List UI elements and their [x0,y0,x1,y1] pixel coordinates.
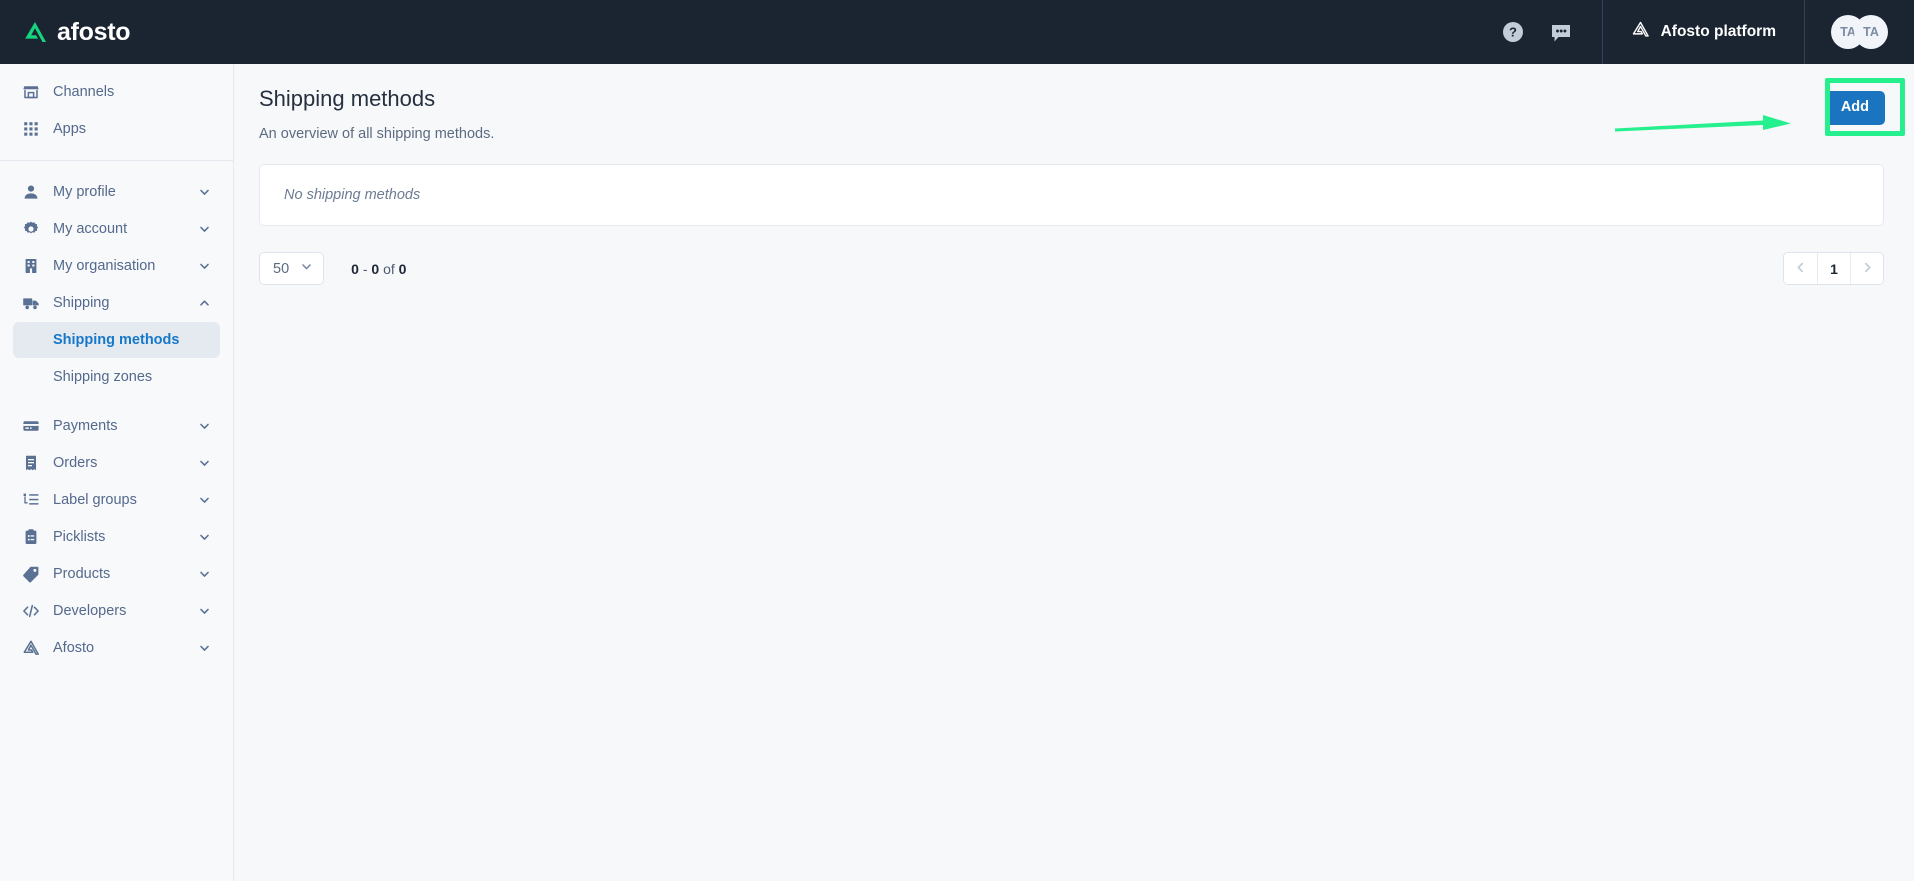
range-to: 0 [371,260,380,277]
gear-icon [22,220,40,238]
total-count: 0 [398,260,407,277]
sidebar-divider [0,160,233,161]
store-icon [22,83,40,101]
sidebar-item-label: Channels [53,84,115,100]
chevron-right-icon [1861,261,1874,277]
platform-switcher[interactable]: Afosto platform [1603,0,1804,64]
chevron-down-icon[interactable] [198,494,211,507]
range-separator: - [362,260,368,277]
sidebar: Channels Apps My profile My account My o… [0,64,234,881]
sidebar-item-label: Label groups [53,492,137,508]
brand-logo[interactable]: afosto [0,0,234,64]
add-button[interactable]: Add [1824,91,1885,125]
pagination-next-button[interactable] [1850,253,1883,284]
empty-state-message: No shipping methods [284,187,421,203]
sidebar-item-products[interactable]: Products [13,556,220,592]
sidebar-item-label: Products [53,566,111,582]
sidebar-item-shipping[interactable]: Shipping [13,285,220,321]
chat-bubble-icon[interactable] [1550,21,1572,43]
sidebar-item-label: Shipping zones [53,369,153,385]
sidebar-item-my-profile[interactable]: My profile [13,174,220,210]
label-list-icon [22,491,40,509]
sidebar-item-orders[interactable]: Orders [13,445,220,481]
chevron-down-icon[interactable] [198,420,211,433]
receipt-icon [22,454,40,472]
credit-card-icon [22,417,40,435]
per-page-select[interactable]: 50 [259,252,325,285]
sidebar-item-channels[interactable]: Channels [13,74,220,110]
chevron-down-icon[interactable] [198,531,211,544]
page-subtitle: An overview of all shipping methods. [259,126,495,143]
of-label: of [383,260,395,277]
pagination-prev-button[interactable] [1784,253,1817,284]
sidebar-item-developers[interactable]: Developers [13,593,220,629]
chevron-down-icon[interactable] [198,457,211,470]
sidebar-item-apps[interactable]: Apps [13,111,220,147]
sidebar-item-my-organisation[interactable]: My organisation [13,248,220,284]
chevron-up-icon[interactable] [198,297,211,310]
avatar-group[interactable]: TA TA [1805,0,1914,64]
afosto-triangle-icon [22,639,40,657]
sidebar-item-label: Orders [53,455,98,471]
chevron-down-icon [300,260,313,278]
chevron-down-icon[interactable] [198,260,211,273]
sidebar-item-label-groups[interactable]: Label groups [13,482,220,518]
shipping-methods-list-card: No shipping methods [259,164,1884,226]
list-card-wrapper: No shipping methods [234,164,1914,226]
avatar[interactable]: TA [1854,15,1888,49]
code-icon [22,602,40,620]
range-from: 0 [351,260,359,277]
top-bar: afosto ? Afosto platform TA TA [0,0,1914,64]
sidebar-item-afosto[interactable]: Afosto [13,630,220,666]
sidebar-item-label: Developers [53,603,127,619]
building-icon [22,257,40,275]
sidebar-item-label: Shipping [53,295,110,311]
main-content: Shipping methods An overview of all ship… [234,64,1914,881]
sidebar-item-label: My profile [53,184,116,200]
grid-icon [22,120,40,138]
result-count: 0 - 0 of 0 [351,261,406,277]
afosto-triangle-logo-icon [22,19,48,45]
sidebar-item-my-account[interactable]: My account [13,211,220,247]
platform-label: Afosto platform [1660,23,1776,40]
sidebar-item-label: My organisation [53,258,156,274]
sidebar-item-label: My account [53,221,128,237]
sidebar-item-label: Apps [53,121,87,137]
chevron-left-icon [1794,261,1807,277]
pagination-current-page: 1 [1830,260,1838,277]
brand-name: afosto [57,17,131,46]
truck-icon [22,294,40,312]
sidebar-item-payments[interactable]: Payments [13,408,220,444]
pagination-controls: 1 [1783,252,1884,285]
page-header: Shipping methods An overview of all ship… [234,64,1914,164]
sidebar-item-picklists[interactable]: Picklists [13,519,220,555]
tag-icon [22,565,40,583]
pagination-bar: 50 0 - 0 of 0 1 [234,226,1914,285]
chevron-down-icon[interactable] [198,568,211,581]
per-page-value: 50 [273,260,290,277]
sidebar-item-shipping-methods[interactable]: Shipping methods [13,322,220,358]
sidebar-item-label: Afosto [53,640,95,656]
sidebar-item-label: Payments [53,418,118,434]
page-title: Shipping methods [259,86,436,111]
chevron-down-icon[interactable] [198,186,211,199]
svg-text:?: ? [1509,25,1517,40]
user-icon [22,183,40,201]
clipboard-icon [22,528,40,546]
pagination-page-1-button[interactable]: 1 [1817,253,1850,284]
chevron-down-icon[interactable] [198,642,211,655]
sidebar-item-label: Picklists [53,529,106,545]
sidebar-item-shipping-zones[interactable]: Shipping zones [13,359,220,395]
chevron-down-icon[interactable] [198,605,211,618]
topbar-icon-group: ? [1472,0,1602,64]
sidebar-item-label: Shipping methods [53,332,180,348]
help-circle-icon[interactable]: ? [1502,21,1524,43]
afosto-triangle-icon [1631,20,1650,44]
chevron-down-icon[interactable] [198,223,211,236]
